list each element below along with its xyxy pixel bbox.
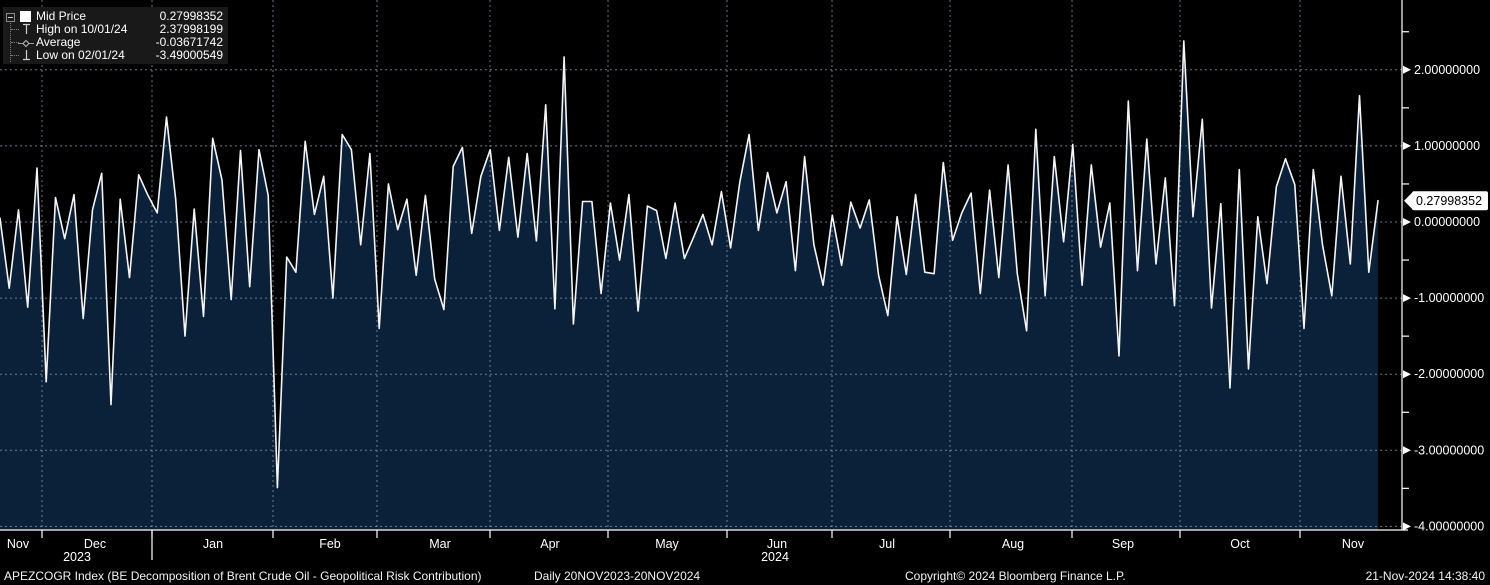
- x-axis-month-label: Mar: [429, 537, 451, 551]
- y-axis-tick-arrow: [1403, 142, 1411, 150]
- y-axis-tick-arrow: [1403, 446, 1411, 454]
- last-price-badge-value: 0.27998352: [1416, 194, 1482, 208]
- low-whisker-icon: [21, 49, 32, 64]
- x-axis-month-label: Apr: [540, 537, 559, 551]
- legend-panel: Mid Price 0.27998352 High on 10/01/24 2.…: [3, 7, 228, 64]
- x-axis-year-label: 2024: [761, 550, 789, 564]
- y-axis-label: -4.00000000: [1414, 519, 1484, 533]
- timestamp: 21-Nov-2024 14:38:40: [1366, 569, 1485, 583]
- bloomberg-chart-screen: 2.00000000 1.00000000 0.00000000 -1.0000000…: [0, 0, 1490, 585]
- mid-price-swatch-icon: [20, 11, 31, 22]
- y-axis-label: 2.00000000: [1414, 63, 1480, 77]
- x-axis-month-label: Feb: [319, 537, 341, 551]
- y-axis-tick-arrow: [1403, 370, 1411, 378]
- y-axis-tick-arrow: [1403, 218, 1411, 226]
- y-axis-tick-arrow: [1403, 522, 1411, 530]
- x-axis-month-label: Jan: [203, 537, 223, 551]
- x-axis-month-label: May: [655, 537, 679, 551]
- price-area: [0, 41, 1378, 530]
- x-axis-year-label: 2023: [63, 550, 91, 564]
- x-axis-month-label: Aug: [1002, 537, 1024, 551]
- legend-row-low: Low on 02/01/24 -3.49000549: [3, 49, 228, 62]
- x-axis-month-label: Dec: [84, 537, 106, 551]
- status-bar: APEZCOGR Index (BE Decomposition of Bren…: [0, 566, 1490, 585]
- y-axis-label: -2.00000000: [1414, 367, 1484, 381]
- x-axis-month-label: Nov: [7, 537, 30, 551]
- y-axis-label: 0.00000000: [1414, 215, 1480, 229]
- x-axis-month-label: Oct: [1230, 537, 1250, 551]
- legend-value: -3.49000549: [156, 49, 223, 62]
- y-axis-tick-arrow: [1403, 294, 1411, 302]
- y-axis-tick-arrow: [1403, 66, 1411, 74]
- price-chart: 2.00000000 1.00000000 0.00000000 -1.0000000…: [0, 0, 1490, 585]
- copyright-text: Copyright© 2024 Bloomberg Finance L.P.: [905, 569, 1126, 583]
- x-axis-month-label: Nov: [1342, 537, 1365, 551]
- y-axis-label: -3.00000000: [1414, 443, 1484, 457]
- y-axis-label: -1.00000000: [1414, 291, 1484, 305]
- last-price-badge-pointer: [1404, 192, 1413, 210]
- chart-title: APEZCOGR Index (BE Decomposition of Bren…: [4, 569, 482, 583]
- x-axis-month-label: Jul: [879, 537, 895, 551]
- chart-period: Daily 20NOV2023-20NOV2024: [534, 569, 700, 583]
- legend-label: Low on 02/01/24: [36, 49, 125, 62]
- y-axis-label: 1.00000000: [1414, 139, 1480, 153]
- x-axis-month-label: Sep: [1112, 537, 1134, 551]
- x-axis-month-label: Jun: [767, 537, 787, 551]
